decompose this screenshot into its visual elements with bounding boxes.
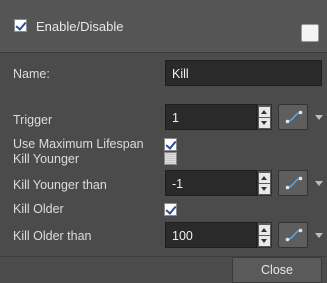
arrow-up-icon[interactable] [259,225,270,235]
kill-older-checkbox[interactable] [164,203,177,216]
function-curve-icon [285,228,303,242]
kill-younger-than-field[interactable]: -1 [165,170,257,196]
chevron-down-icon[interactable] [315,181,323,186]
kill-younger-label: Kill Younger [13,152,80,166]
kill-younger-than-stepper[interactable] [257,170,272,196]
kill-younger-than-function-button[interactable] [278,170,308,196]
use-max-lifespan-checkbox[interactable] [164,138,177,151]
kill-older-than-stepper[interactable] [257,222,272,248]
trigger-field[interactable]: 1 [165,104,257,130]
function-curve-icon [285,176,303,190]
kill-younger-than-label: Kill Younger than [13,178,107,192]
kill-older-than-function-button[interactable] [278,222,308,248]
use-max-lifespan-label: Use Maximum Lifespan [13,137,144,151]
kill-older-label: Kill Older [13,202,64,216]
name-field[interactable]: Kill [165,60,322,86]
trigger-function-button[interactable] [278,104,308,130]
kill-older-than-label: Kill Older than [13,229,92,243]
enable-disable-label: Enable/Disable [36,19,124,34]
function-curve-icon [285,110,303,124]
header-bar: Enable/Disable [0,0,327,53]
color-swatch[interactable] [301,24,319,42]
kill-older-than-field[interactable]: 100 [165,222,257,248]
trigger-label: Trigger [13,113,53,127]
close-button[interactable]: Close [232,257,322,283]
enable-disable-checkbox[interactable] [14,19,27,32]
chevron-down-icon[interactable] [315,233,323,238]
arrow-up-icon[interactable] [259,173,270,183]
chevron-down-icon[interactable] [315,115,323,120]
kill-younger-checkbox[interactable] [164,152,177,165]
arrow-down-icon[interactable] [259,236,270,246]
name-label: Name: [13,67,50,81]
arrow-down-icon[interactable] [259,118,270,128]
trigger-stepper[interactable] [257,104,272,130]
arrow-up-icon[interactable] [259,107,270,117]
arrow-down-icon[interactable] [259,184,270,194]
layer-properties-panel: Enable/Disable Name: Kill Trigger 1 Use … [0,0,327,283]
